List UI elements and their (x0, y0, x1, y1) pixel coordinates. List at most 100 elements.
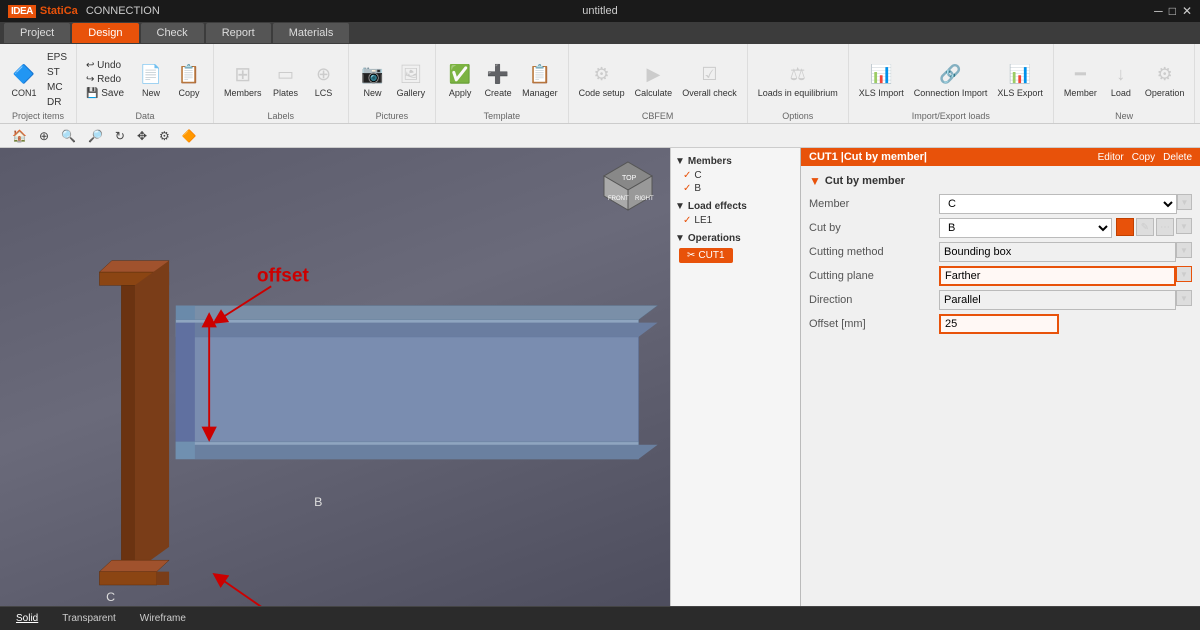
eps-btn[interactable]: EPS (44, 51, 70, 64)
connection-import-button[interactable]: 🔗 Connection Import (910, 58, 992, 101)
member-button[interactable]: ━ Member (1060, 58, 1101, 101)
maximize-button[interactable]: □ (1169, 4, 1176, 18)
operations-collapse-icon: ▼ (675, 233, 685, 244)
zoom-in-button[interactable]: 🔍 (57, 127, 80, 145)
group-label-template: Template (484, 111, 521, 123)
member-b-label: B (694, 183, 701, 194)
view-cube-svg: TOP FRONT RIGHT (600, 158, 656, 214)
section-collapse-icon[interactable]: ▼ (809, 174, 821, 188)
member-c-label: C (694, 170, 701, 181)
con1-button[interactable]: 🔷 CON1 (6, 58, 42, 101)
direction-input[interactable] (939, 290, 1176, 310)
cut-by-dropdown-btn[interactable]: ▼ (1176, 218, 1192, 234)
cutting-method-input[interactable] (939, 242, 1176, 262)
cutting-plane-row: Cutting plane ▼ (809, 266, 1192, 286)
cutting-plane-dropdown[interactable]: ▼ (1176, 266, 1192, 282)
tab-materials[interactable]: Materials (273, 23, 350, 43)
tab-design[interactable]: Design (72, 23, 138, 43)
members-header[interactable]: ▼ Members (675, 154, 796, 169)
member-select[interactable]: C (939, 194, 1177, 214)
rotate-button[interactable]: ↻ (111, 127, 129, 145)
pan-button[interactable]: ✥ (133, 127, 151, 145)
operations-header[interactable]: ▼ Operations (675, 231, 796, 246)
member-b-item[interactable]: ✓ B (675, 182, 796, 195)
code-setup-button[interactable]: ⚙ Code setup (575, 58, 629, 101)
st-btn[interactable]: ST (44, 66, 70, 79)
viewport[interactable]: ▼ Members ✓ C ✓ B ▼ Load effects ✓ (0, 148, 800, 606)
overall-check-label: Overall check (682, 88, 737, 99)
cut1-button[interactable]: ✂ CUT1 (679, 248, 733, 263)
editor-button[interactable]: Editor (1098, 152, 1124, 163)
close-button[interactable]: ✕ (1182, 4, 1192, 18)
dr-btn[interactable]: DR (44, 96, 70, 109)
operation-button[interactable]: ⚙ Operation (1141, 58, 1189, 101)
gallery-button[interactable]: 🖼 Gallery (393, 58, 430, 101)
settings-button[interactable]: ⚙ (155, 127, 174, 145)
cut-by-select[interactable]: B (939, 218, 1112, 238)
redo-button[interactable]: ↪ Redo (83, 73, 127, 86)
minimize-button[interactable]: ─ (1154, 4, 1163, 18)
code-setup-label: Code setup (579, 88, 625, 99)
new-pic-button[interactable]: 📷 New (355, 58, 391, 101)
tab-project[interactable]: Project (4, 23, 70, 43)
member-value: C ▼ (939, 194, 1192, 214)
con1-icon: 🔷 (10, 60, 38, 88)
apply-button[interactable]: ✅ Apply (442, 58, 478, 101)
load-effects-header[interactable]: ▼ Load effects (675, 199, 796, 214)
manager-button[interactable]: 📋 Manager (518, 58, 562, 101)
member-dropdown-btn[interactable]: ▼ (1177, 194, 1192, 210)
svg-text:TOP: TOP (622, 175, 637, 182)
direction-input-group: ▼ (939, 290, 1192, 310)
direction-dropdown[interactable]: ▼ (1176, 290, 1192, 306)
home-button[interactable]: 🏠 (8, 127, 31, 145)
undo-button[interactable]: ↩ Undo (83, 59, 127, 72)
copy-prop-button[interactable]: Copy (1132, 152, 1155, 163)
xls-export-button[interactable]: 📊 XLS Export (993, 58, 1047, 101)
plates-icon: ▭ (272, 60, 300, 88)
calculate-button[interactable]: ▶ Calculate (631, 58, 677, 101)
zoom-out-button[interactable]: 🔎 (84, 127, 107, 145)
tab-check[interactable]: Check (141, 23, 204, 43)
loads-equilibrium-button[interactable]: ⚖ Loads in equilibrium (754, 58, 842, 101)
le1-item[interactable]: ✓ LE1 (675, 214, 796, 227)
member-c-item[interactable]: ✓ C (675, 169, 796, 182)
manager-label: Manager (522, 88, 558, 99)
xls-import-button[interactable]: 📊 XLS Import (855, 58, 908, 101)
gallery-label: Gallery (397, 88, 426, 99)
pictures-buttons: 📷 New 🖼 Gallery (355, 48, 430, 111)
overall-check-button[interactable]: ☑ Overall check (678, 58, 741, 101)
ribbon-group-labels: ⊞ Members ▭ Plates ⊕ LCS Labels (214, 44, 349, 123)
solid-view-button[interactable]: Solid (8, 611, 46, 626)
marker-button[interactable]: 🔶 (178, 127, 201, 145)
wireframe-view-button[interactable]: Wireframe (132, 611, 194, 626)
create-button[interactable]: ➕ Create (480, 58, 516, 101)
cutting-method-dropdown[interactable]: ▼ (1176, 242, 1192, 258)
create-icon: ➕ (484, 60, 512, 88)
mc-btn[interactable]: MC (44, 81, 70, 94)
tab-report[interactable]: Report (206, 23, 271, 43)
cut-by-more-btn[interactable]: ⋯ (1156, 218, 1174, 236)
apply-label: Apply (449, 88, 472, 99)
offset-input[interactable] (939, 314, 1059, 334)
save-button[interactable]: 💾 Save (83, 87, 127, 100)
delete-button[interactable]: Delete (1163, 152, 1192, 163)
xls-export-label: XLS Export (997, 88, 1043, 99)
view-cube[interactable]: TOP FRONT RIGHT (600, 158, 656, 214)
zoom-fit-button[interactable]: ⊕ (35, 127, 53, 145)
cutting-plane-input[interactable] (939, 266, 1176, 286)
cut-by-color-btn[interactable] (1116, 218, 1134, 236)
window-controls[interactable]: ─ □ ✕ (1154, 4, 1192, 18)
group-label-labels: Labels (268, 111, 295, 123)
members-icon: ⊞ (229, 60, 257, 88)
transparent-view-button[interactable]: Transparent (54, 611, 124, 626)
lcs-button[interactable]: ⊕ LCS (306, 58, 342, 101)
operations-section: ▼ Operations ✂ CUT1 (675, 231, 796, 263)
cut-by-edit-btn[interactable]: ✎ (1136, 218, 1154, 236)
new-button[interactable]: 📄 New (133, 58, 169, 101)
plates-button[interactable]: ▭ Plates (268, 58, 304, 101)
copy-button[interactable]: 📋 Copy (171, 58, 207, 101)
code-setup-icon: ⚙ (588, 60, 616, 88)
load-button[interactable]: ↓ Load (1103, 58, 1139, 101)
cut-by-side-btns: ✎ ⋯ ▼ (1116, 218, 1192, 238)
members-button[interactable]: ⊞ Members (220, 58, 266, 101)
